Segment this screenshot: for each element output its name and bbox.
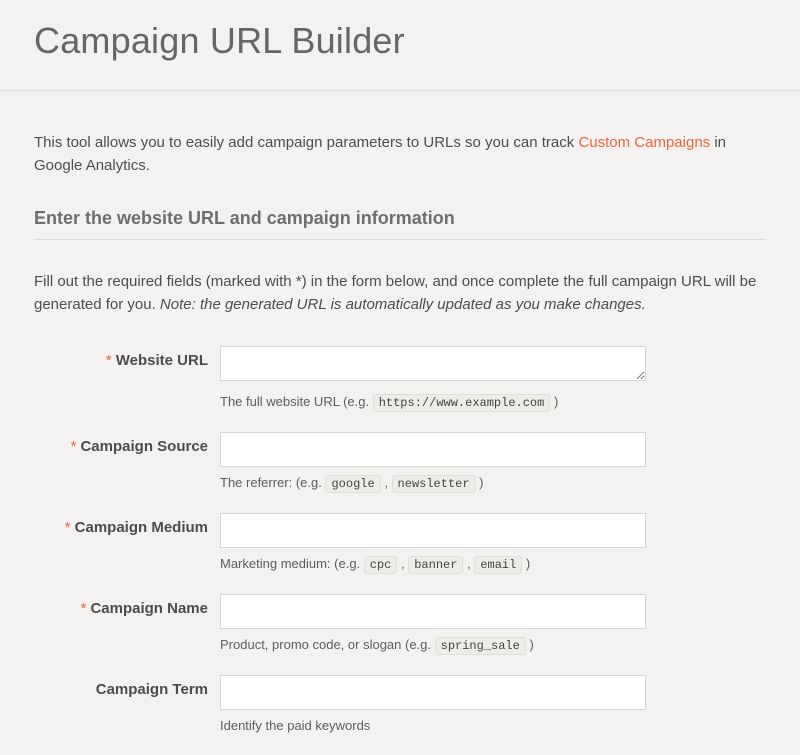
hint-campaign-term: Identify the paid keywords [220,718,646,733]
label-website-url: *Website URL [34,346,220,369]
field-website-url: *Website URL The full website URL (e.g. … [34,346,646,410]
campaign-name-input[interactable] [220,594,646,629]
section-title: Enter the website URL and campaign infor… [34,208,766,239]
section-divider [34,239,766,240]
hint-campaign-medium: Marketing medium: (e.g. cpc , banner , e… [220,556,646,572]
label-campaign-name: *Campaign Name [34,594,220,617]
page-header: Campaign URL Builder [0,0,800,90]
hint-website-url: The full website URL (e.g. https://www.e… [220,394,646,410]
hint-campaign-name: Product, promo code, or slogan (e.g. spr… [220,637,646,653]
label-campaign-source: *Campaign Source [34,432,220,455]
field-campaign-source: *Campaign Source The referrer: (e.g. goo… [34,432,646,491]
instructions-note: Note: the generated URL is automatically… [160,296,646,313]
campaign-medium-input[interactable] [220,513,646,548]
page-title: Campaign URL Builder [34,20,766,62]
content-area: This tool allows you to easily add campa… [0,91,800,733]
required-asterisk: * [65,519,71,536]
required-asterisk: * [81,600,87,617]
label-campaign-medium: *Campaign Medium [34,513,220,536]
campaign-source-input[interactable] [220,432,646,467]
label-campaign-term: *Campaign Term [34,675,220,698]
required-asterisk: * [71,438,77,455]
instructions-text: Fill out the required fields (marked wit… [34,270,766,317]
field-campaign-medium: *Campaign Medium Marketing medium: (e.g.… [34,513,646,572]
url-builder-form: *Website URL The full website URL (e.g. … [34,346,766,733]
custom-campaigns-link[interactable]: Custom Campaigns [578,134,710,151]
website-url-input[interactable] [220,346,646,381]
campaign-term-input[interactable] [220,675,646,710]
field-campaign-name: *Campaign Name Product, promo code, or s… [34,594,646,653]
intro-prefix: This tool allows you to easily add campa… [34,134,578,151]
field-campaign-term: *Campaign Term Identify the paid keyword… [34,675,646,733]
hint-campaign-source: The referrer: (e.g. google , newsletter … [220,475,646,491]
intro-text: This tool allows you to easily add campa… [34,131,766,178]
required-asterisk: * [106,352,112,369]
